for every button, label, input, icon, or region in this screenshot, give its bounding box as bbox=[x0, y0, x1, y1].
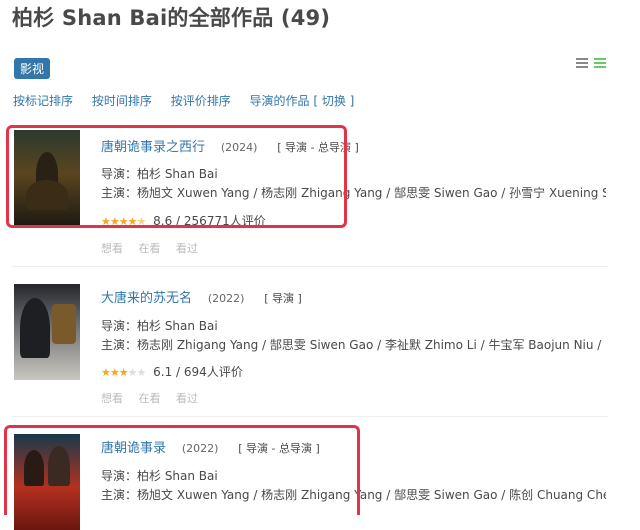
sort-by-rating-link[interactable]: 按评价排序 bbox=[171, 94, 231, 108]
highlight-box bbox=[4, 425, 360, 515]
work-actions: 想看 在看 看过 bbox=[101, 240, 210, 256]
watched-button[interactable]: 看过 bbox=[176, 242, 198, 255]
work-year: (2022) bbox=[207, 292, 245, 305]
rating-stars: ★★★★★ bbox=[101, 366, 146, 379]
sort-by-time-link[interactable]: 按时间排序 bbox=[92, 94, 152, 108]
highlight-box bbox=[6, 125, 347, 228]
grid-view-icon[interactable] bbox=[594, 58, 606, 69]
watched-button[interactable]: 看过 bbox=[176, 392, 198, 405]
page-title: 柏杉 Shan Bai的全部作品 (49) bbox=[12, 6, 331, 30]
watching-button[interactable]: 在看 bbox=[139, 392, 161, 405]
category-tag-film[interactable]: 影视 bbox=[14, 58, 51, 79]
want-to-watch-button[interactable]: 想看 bbox=[101, 392, 123, 405]
work-director: 导演：柏杉 Shan Bai bbox=[101, 319, 218, 333]
watching-button[interactable]: 在看 bbox=[139, 242, 161, 255]
work-title-link[interactable]: 大唐来的苏无名 bbox=[101, 291, 192, 306]
rating-text: 6.1 / 694人评价 bbox=[153, 365, 243, 379]
work-role: [ 导演 ] bbox=[264, 292, 302, 305]
work-actions: 想看 在看 看过 bbox=[101, 390, 210, 406]
sort-by-marked-link[interactable]: 按标记排序 bbox=[13, 94, 73, 108]
list-view-icon[interactable] bbox=[576, 58, 588, 69]
want-to-watch-button[interactable]: 想看 bbox=[101, 242, 123, 255]
directed-works-switch[interactable]: 导演的作品 [ 切换 ] bbox=[250, 94, 355, 108]
poster-image[interactable] bbox=[14, 284, 80, 380]
sort-bar: 按标记排序 按时间排序 按评价排序 导演的作品 [ 切换 ] bbox=[13, 92, 369, 109]
view-toggle bbox=[576, 58, 606, 69]
work-cast: 主演：杨志刚 Zhigang Yang / 郜思雯 Siwen Gao / 李祉… bbox=[101, 338, 606, 352]
rating-row: ★★★★★ 6.1 / 694人评价 bbox=[101, 363, 243, 380]
